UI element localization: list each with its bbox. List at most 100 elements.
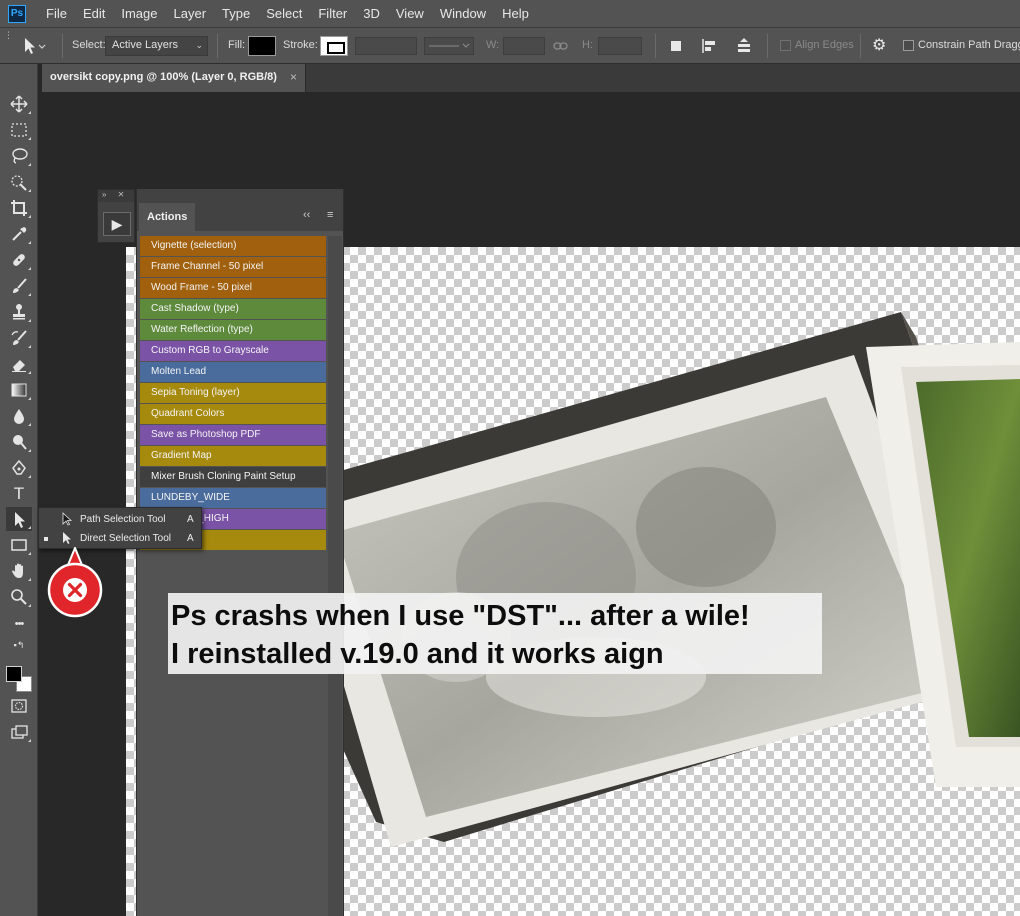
foreground-color-swatch[interactable] bbox=[6, 666, 22, 682]
flyout-item-direct-selection[interactable]: Direct Selection Tool A bbox=[39, 529, 201, 548]
width-field[interactable] bbox=[503, 37, 545, 55]
healing-brush-tool-icon[interactable] bbox=[6, 248, 32, 272]
path-tools-flyout: Path Selection Tool A Direct Selection T… bbox=[38, 507, 202, 549]
quick-mask-icon[interactable] bbox=[6, 694, 32, 718]
action-item-label: Mixer Brush Cloning Paint Setup bbox=[151, 471, 296, 482]
panel-menu-icon[interactable]: ≡ bbox=[327, 209, 333, 221]
align-edges-label: Align Edges bbox=[795, 39, 854, 51]
dodge-tool-icon[interactable] bbox=[6, 430, 32, 454]
close-icon[interactable]: × bbox=[290, 70, 297, 84]
menu-type[interactable]: Type bbox=[214, 0, 258, 28]
zoom-tool-icon[interactable] bbox=[6, 585, 32, 609]
menu-select[interactable]: Select bbox=[258, 0, 310, 28]
tools-panel: T ••• ▪↰ bbox=[0, 64, 38, 916]
action-item[interactable]: Gradient Map bbox=[140, 446, 326, 466]
gear-icon[interactable]: ⚙ bbox=[872, 35, 886, 55]
path-alignment-icon[interactable] bbox=[700, 37, 720, 55]
select-dropdown[interactable]: Active Layers ⌄ bbox=[105, 36, 208, 56]
options-grip-icon[interactable]: ⋮ bbox=[4, 30, 13, 41]
actions-scrollbar[interactable] bbox=[328, 236, 342, 916]
action-item[interactable]: Custom RGB to Grayscale bbox=[140, 341, 326, 361]
direct-selection-arrow-icon bbox=[61, 531, 73, 548]
flyout-item-label: Direct Selection Tool bbox=[80, 533, 171, 544]
menu-file[interactable]: File bbox=[38, 0, 75, 28]
chevron-down-icon: ⌄ bbox=[195, 40, 203, 50]
color-swatches bbox=[4, 658, 36, 692]
mini-panel-header[interactable]: » ✕ bbox=[98, 190, 134, 202]
document-tab-bar: oversikt copy.png @ 100% (Layer 0, RGB/8… bbox=[42, 64, 1020, 92]
action-item[interactable]: Molten Lead bbox=[140, 362, 326, 382]
crop-tool-icon[interactable] bbox=[6, 196, 32, 220]
action-item[interactable]: Mixer Brush Cloning Paint Setup bbox=[140, 467, 326, 487]
type-tool-icon[interactable]: T bbox=[6, 482, 32, 506]
rectangle-tool-icon[interactable] bbox=[6, 533, 32, 557]
marquee-tool-icon[interactable] bbox=[6, 118, 32, 142]
action-item[interactable]: Sepia Toning (layer) bbox=[140, 383, 326, 403]
path-selection-tool-preset-icon[interactable] bbox=[20, 36, 46, 56]
action-item[interactable]: Frame Channel - 50 pixel bbox=[140, 257, 326, 277]
play-icon[interactable]: ▶ bbox=[103, 212, 131, 236]
action-item-label: Save as Photoshop PDF bbox=[151, 429, 261, 440]
select-label: Select: bbox=[72, 39, 106, 51]
separator bbox=[217, 34, 218, 58]
action-item-label: Gradient Map bbox=[151, 450, 212, 461]
action-item-label: Custom RGB to Grayscale bbox=[151, 345, 269, 356]
menu-view[interactable]: View bbox=[388, 0, 432, 28]
link-icon[interactable] bbox=[553, 39, 569, 53]
path-selection-tool-icon[interactable] bbox=[6, 507, 32, 531]
action-item[interactable]: LUNDEBY_WIDE bbox=[140, 488, 326, 508]
lasso-tool-icon[interactable] bbox=[6, 144, 32, 168]
menu-image[interactable]: Image bbox=[113, 0, 165, 28]
history-brush-tool-icon[interactable] bbox=[6, 326, 32, 350]
action-item[interactable]: Cast Shadow (type) bbox=[140, 299, 326, 319]
screen-mode-icon[interactable] bbox=[6, 720, 32, 744]
separator bbox=[860, 34, 861, 58]
fill-color-swatch[interactable] bbox=[248, 36, 276, 56]
eraser-tool-icon[interactable] bbox=[6, 352, 32, 376]
action-item[interactable]: Save as Photoshop PDF bbox=[140, 425, 326, 445]
eyedropper-tool-icon[interactable] bbox=[6, 222, 32, 246]
default-colors-icon[interactable]: ▪↰ bbox=[2, 638, 36, 652]
stroke-width-field[interactable] bbox=[355, 37, 417, 55]
menu-help[interactable]: Help bbox=[494, 0, 537, 28]
document-tab[interactable]: oversikt copy.png @ 100% (Layer 0, RGB/8… bbox=[42, 64, 306, 92]
path-operations-icon[interactable] bbox=[668, 38, 684, 54]
clone-stamp-tool-icon[interactable] bbox=[6, 300, 32, 324]
quick-select-tool-icon[interactable] bbox=[6, 170, 32, 194]
hand-tool-icon[interactable] bbox=[6, 559, 32, 583]
align-edges-checkbox[interactable] bbox=[780, 40, 791, 51]
stroke-color-swatch[interactable] bbox=[320, 36, 348, 56]
action-item[interactable]: Quadrant Colors bbox=[140, 404, 326, 424]
path-arrangement-icon[interactable] bbox=[733, 36, 755, 56]
line-style-icon bbox=[429, 43, 470, 48]
error-callout-icon bbox=[47, 547, 103, 618]
photoshop-logo[interactable]: Ps bbox=[8, 4, 26, 23]
constrain-path-label: Constrain Path Dragging bbox=[918, 39, 1020, 51]
menu-bar: Ps File Edit Image Layer Type Select Fil… bbox=[0, 0, 1020, 28]
gradient-tool-icon[interactable] bbox=[6, 378, 32, 402]
stroke-type-dropdown[interactable] bbox=[424, 37, 474, 55]
actions-tab[interactable]: Actions bbox=[139, 203, 195, 231]
height-label: H: bbox=[582, 39, 593, 51]
menu-window[interactable]: Window bbox=[432, 0, 494, 28]
pen-tool-icon[interactable] bbox=[6, 456, 32, 480]
constrain-path-checkbox[interactable] bbox=[903, 40, 914, 51]
height-field[interactable] bbox=[598, 37, 642, 55]
action-item[interactable]: Wood Frame - 50 pixel bbox=[140, 278, 326, 298]
collapse-icon[interactable]: ‹‹ bbox=[303, 209, 310, 221]
move-tool-icon[interactable] bbox=[6, 92, 32, 116]
menu-3d[interactable]: 3D bbox=[355, 0, 388, 28]
flyout-item-shortcut: A bbox=[187, 514, 194, 525]
flyout-item-path-selection[interactable]: Path Selection Tool A bbox=[39, 510, 201, 529]
action-item[interactable]: Vignette (selection) bbox=[140, 236, 326, 256]
menu-edit[interactable]: Edit bbox=[75, 0, 113, 28]
action-item-label: LUNDEBY_WIDE bbox=[151, 492, 230, 503]
blur-tool-icon[interactable] bbox=[6, 404, 32, 428]
menu-filter[interactable]: Filter bbox=[310, 0, 355, 28]
action-item[interactable]: Water Reflection (type) bbox=[140, 320, 326, 340]
menu-layer[interactable]: Layer bbox=[166, 0, 215, 28]
action-item-label: Wood Frame - 50 pixel bbox=[151, 282, 252, 293]
actions-mini-panel: » ✕ ▶ bbox=[97, 189, 135, 243]
more-tools-icon[interactable]: ••• bbox=[6, 612, 32, 636]
brush-tool-icon[interactable] bbox=[6, 274, 32, 298]
